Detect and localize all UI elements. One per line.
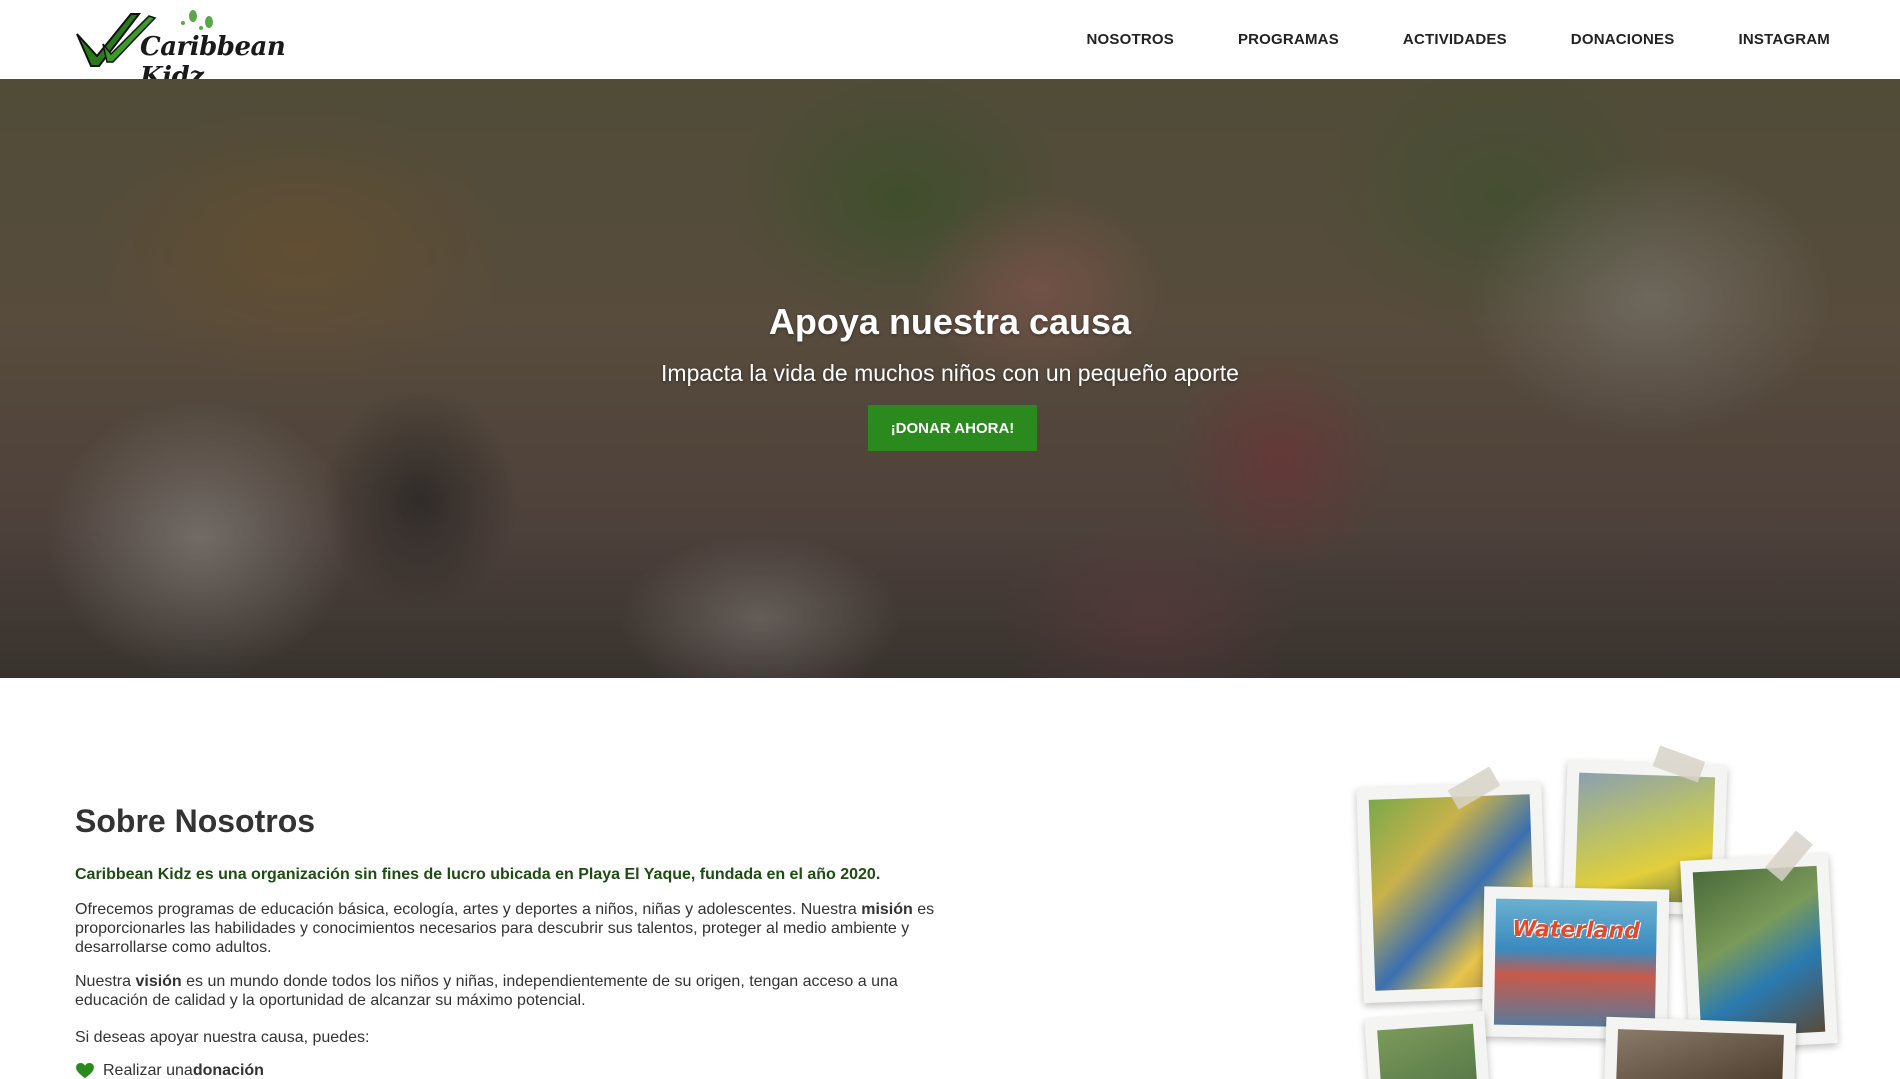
nav-item-actividades[interactable]: ACTIVIDADES	[1403, 31, 1507, 48]
nav-item-nosotros[interactable]: NOSOTROS	[1086, 31, 1173, 48]
hero-title: Apoya nuestra causa	[768, 301, 1132, 342]
hero-banner: Apoya nuestra causa Impacta la vida de m…	[0, 79, 1900, 678]
site-logo[interactable]: Caribbean Kidz	[75, 10, 330, 92]
nav-item-instagram[interactable]: INSTAGRAM	[1738, 31, 1830, 48]
about-vision-paragraph: Nuestra visión es un mundo donde todos l…	[75, 973, 898, 1009]
list-item-donation: Realizar una donación	[75, 1062, 264, 1079]
collage-photo-waterland: Waterland	[1481, 886, 1670, 1040]
nav-item-donaciones[interactable]: DONACIONES	[1571, 31, 1675, 48]
site-header: Caribbean Kidz NOSOTROS PROGRAMAS ACTIVI…	[0, 0, 1900, 92]
hero-subtitle: Impacta la vida de muchos niños con un p…	[661, 360, 1239, 386]
donation-link[interactable]: donación	[193, 1062, 264, 1079]
about-support-paragraph: Si deseas apoyar nuestra causa, puedes:	[75, 1029, 370, 1046]
collage-photo-bottom-right	[1603, 1016, 1797, 1079]
waterland-sign: Waterland	[1511, 916, 1641, 945]
main-nav: NOSOTROS PROGRAMAS ACTIVIDADES DONACIONE…	[1022, 0, 1830, 79]
about-lead: Caribbean Kidz es una organización sin f…	[75, 866, 881, 883]
about-mission-paragraph: Ofrecemos programas de educación básica,…	[75, 901, 935, 956]
heart-icon	[76, 1063, 94, 1079]
collage-photo-bottom-left	[1364, 1010, 1490, 1079]
photo-collage: Waterland	[1355, 745, 1838, 1079]
about-title: Sobre Nosotros	[75, 803, 316, 839]
footprints-icon	[181, 10, 213, 30]
nav-item-programas[interactable]: PROGRAMAS	[1238, 31, 1339, 48]
donate-now-button[interactable]: ¡DONAR AHORA!	[868, 405, 1037, 451]
